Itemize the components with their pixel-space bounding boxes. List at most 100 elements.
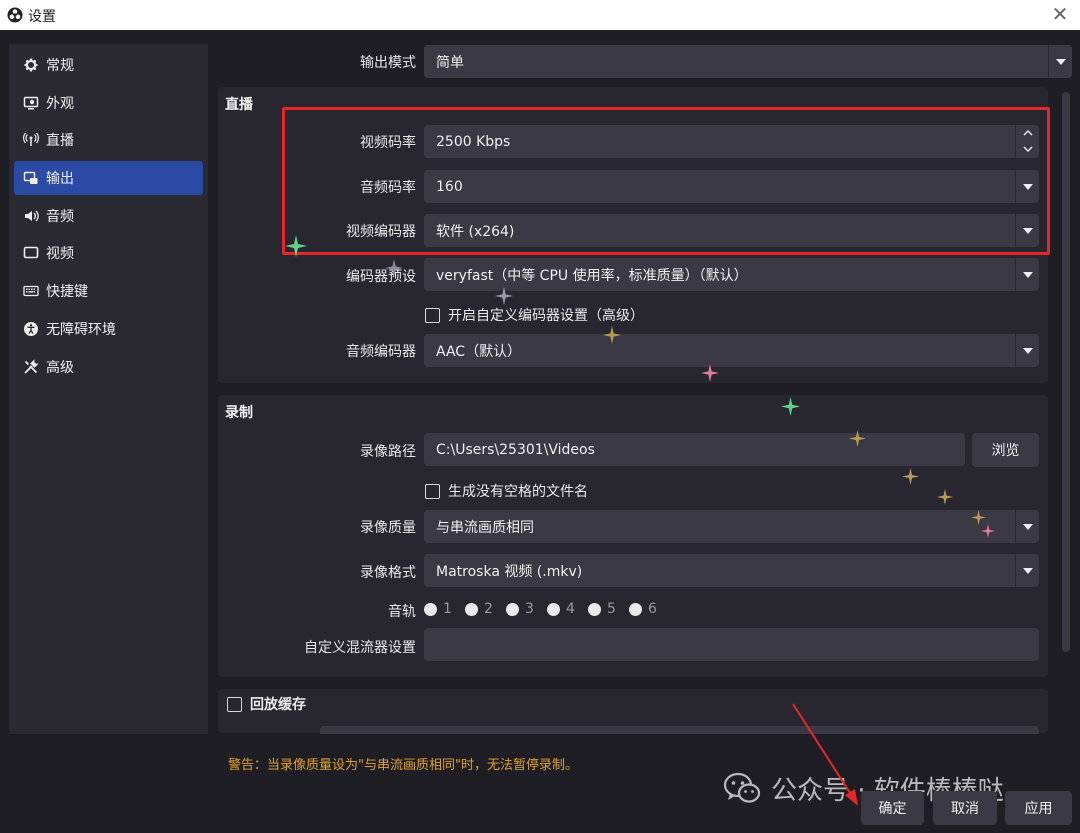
audio-encoder-label: 音频编码器	[346, 344, 416, 360]
sidebar-item-label: 高级	[46, 360, 74, 376]
track-radio-2[interactable]: 2	[465, 601, 493, 617]
output-mode-select[interactable]: 简单	[424, 45, 1072, 78]
chevron-down-icon[interactable]	[1015, 334, 1039, 367]
track-radio-4[interactable]: 4	[547, 601, 575, 617]
chevron-down-icon[interactable]	[1016, 141, 1039, 157]
close-icon[interactable]: ✕	[1048, 3, 1072, 27]
radio-dot[interactable]	[424, 602, 437, 616]
video-encoder-select[interactable]: 软件 (x264)	[424, 214, 1039, 247]
cancel-button[interactable]: 取消	[933, 791, 997, 825]
sidebar-item-stream[interactable]: 直播	[14, 123, 203, 157]
radio-dot[interactable]	[588, 602, 601, 616]
audio-encoder-select[interactable]: AAC（默认）	[424, 334, 1039, 367]
sidebar-item-label: 视频	[46, 246, 74, 262]
radio-dot[interactable]	[465, 602, 478, 616]
radio-dot[interactable]	[547, 602, 560, 616]
sidebar-item-audio[interactable]: 音频	[14, 199, 203, 233]
chevron-down-icon[interactable]	[1015, 214, 1039, 247]
audio-tracks-label: 音轨	[388, 604, 416, 620]
replay-buffer-checkbox[interactable]: 回放缓存	[227, 694, 306, 714]
sparkle-icon	[495, 287, 513, 305]
sparkle-icon	[701, 364, 719, 382]
browse-button[interactable]: 浏览	[972, 433, 1039, 467]
recording-format-select[interactable]: Matroska 视频 (.mkv)	[424, 554, 1039, 587]
custom-encoder-checkbox[interactable]: 开启自定义编码器设置（高级）	[425, 305, 644, 325]
sidebar-item-appearance[interactable]: 外观	[14, 86, 203, 120]
sparkle-icon	[849, 430, 866, 447]
title-bar: 设置 ✕	[0, 0, 1080, 30]
monitor-icon	[21, 243, 41, 263]
recording-quality-value: 与串流画质相同	[436, 519, 534, 536]
scrollbar-thumb[interactable]	[1062, 92, 1070, 652]
audio-encoder-value: AAC（默认）	[436, 343, 522, 360]
recording-quality-label: 录像质量	[360, 520, 416, 536]
chevron-down-icon[interactable]	[1015, 510, 1039, 543]
radio-dot[interactable]	[629, 602, 642, 616]
audio-bitrate-select[interactable]: 160	[424, 170, 1039, 203]
checkbox-box[interactable]	[425, 307, 440, 323]
appearance-icon	[21, 93, 41, 113]
encoder-preset-value: veryfast（中等 CPU 使用率，标准质量）（默认）	[436, 267, 748, 284]
video-encoder-value: 软件 (x264)	[436, 223, 515, 240]
video-bitrate-value: 2500 Kbps	[436, 133, 511, 150]
recording-path-input[interactable]: C:\Users\25301\Videos	[424, 433, 965, 466]
track-radio-1[interactable]: 1	[424, 601, 452, 617]
sidebar-item-accessibility[interactable]: 无障碍环境	[14, 312, 203, 346]
track-radio-5[interactable]: 5	[588, 601, 616, 617]
output-icon	[21, 168, 41, 188]
tools-icon	[21, 357, 41, 377]
sidebar-item-label: 直播	[46, 133, 74, 149]
wechat-icon	[723, 772, 761, 803]
no-space-filename-checkbox[interactable]: 生成没有空格的文件名	[425, 481, 588, 501]
chevron-down-icon[interactable]	[1015, 258, 1039, 291]
track-label: 3	[525, 601, 534, 617]
track-label: 5	[607, 601, 616, 617]
checkbox-label: 生成没有空格的文件名	[448, 484, 588, 500]
obs-logo-icon	[7, 7, 23, 23]
chevron-down-icon[interactable]	[1015, 170, 1039, 203]
recording-group-title: 录制	[225, 405, 253, 421]
track-label: 1	[443, 601, 452, 617]
radio-dot[interactable]	[506, 602, 519, 616]
sparkle-icon	[285, 235, 307, 257]
sidebar-item-label: 常规	[46, 58, 74, 74]
muxer-settings-input[interactable]	[424, 628, 1039, 661]
track-radio-3[interactable]: 3	[506, 601, 534, 617]
sparkle-icon	[902, 468, 919, 485]
sidebar-item-label: 无障碍环境	[46, 322, 116, 338]
bitrate-stepper[interactable]	[1015, 125, 1039, 158]
video-bitrate-label: 视频码率	[360, 135, 416, 151]
recording-path-value: C:\Users\25301\Videos	[436, 441, 595, 458]
ok-button[interactable]: 确定	[861, 791, 924, 825]
track-label: 6	[648, 601, 657, 617]
chevron-down-icon[interactable]	[1048, 45, 1072, 78]
sidebar-item-label: 外观	[46, 96, 74, 112]
sparkle-icon	[385, 259, 403, 277]
sidebar-item-advanced[interactable]: 高级	[14, 350, 203, 384]
sparkle-icon	[603, 326, 621, 344]
sidebar-item-label: 音频	[46, 209, 74, 225]
encoder-preset-label: 编码器预设	[346, 269, 416, 285]
recording-quality-select[interactable]: 与串流画质相同	[424, 510, 1039, 543]
accessibility-icon	[21, 319, 41, 339]
checkbox-box[interactable]	[425, 483, 440, 499]
gear-icon	[21, 55, 41, 75]
sidebar-item-hotkeys[interactable]: 快捷键	[14, 274, 203, 308]
chevron-down-icon[interactable]	[1015, 554, 1039, 587]
window-title: 设置	[28, 9, 56, 25]
chevron-up-icon[interactable]	[1016, 125, 1039, 141]
track-radio-6[interactable]: 6	[629, 601, 657, 617]
encoder-preset-select[interactable]: veryfast（中等 CPU 使用率，标准质量）（默认）	[424, 258, 1039, 291]
output-mode-value: 简单	[436, 54, 464, 71]
checkbox-box[interactable]	[227, 696, 242, 712]
settings-scrollbar[interactable]	[1060, 88, 1072, 732]
audio-bitrate-label: 音频码率	[360, 180, 416, 196]
broadcast-icon	[21, 130, 41, 150]
sidebar-item-video[interactable]: 视频	[14, 236, 203, 270]
sidebar-item-output[interactable]: 输出	[14, 161, 203, 195]
video-bitrate-spinbox[interactable]: 2500 Kbps	[424, 125, 1039, 158]
apply-button[interactable]: 应用	[1005, 791, 1072, 825]
track-label: 2	[484, 601, 493, 617]
output-mode-label: 输出模式	[360, 55, 416, 71]
sidebar-item-general[interactable]: 常规	[14, 48, 203, 82]
